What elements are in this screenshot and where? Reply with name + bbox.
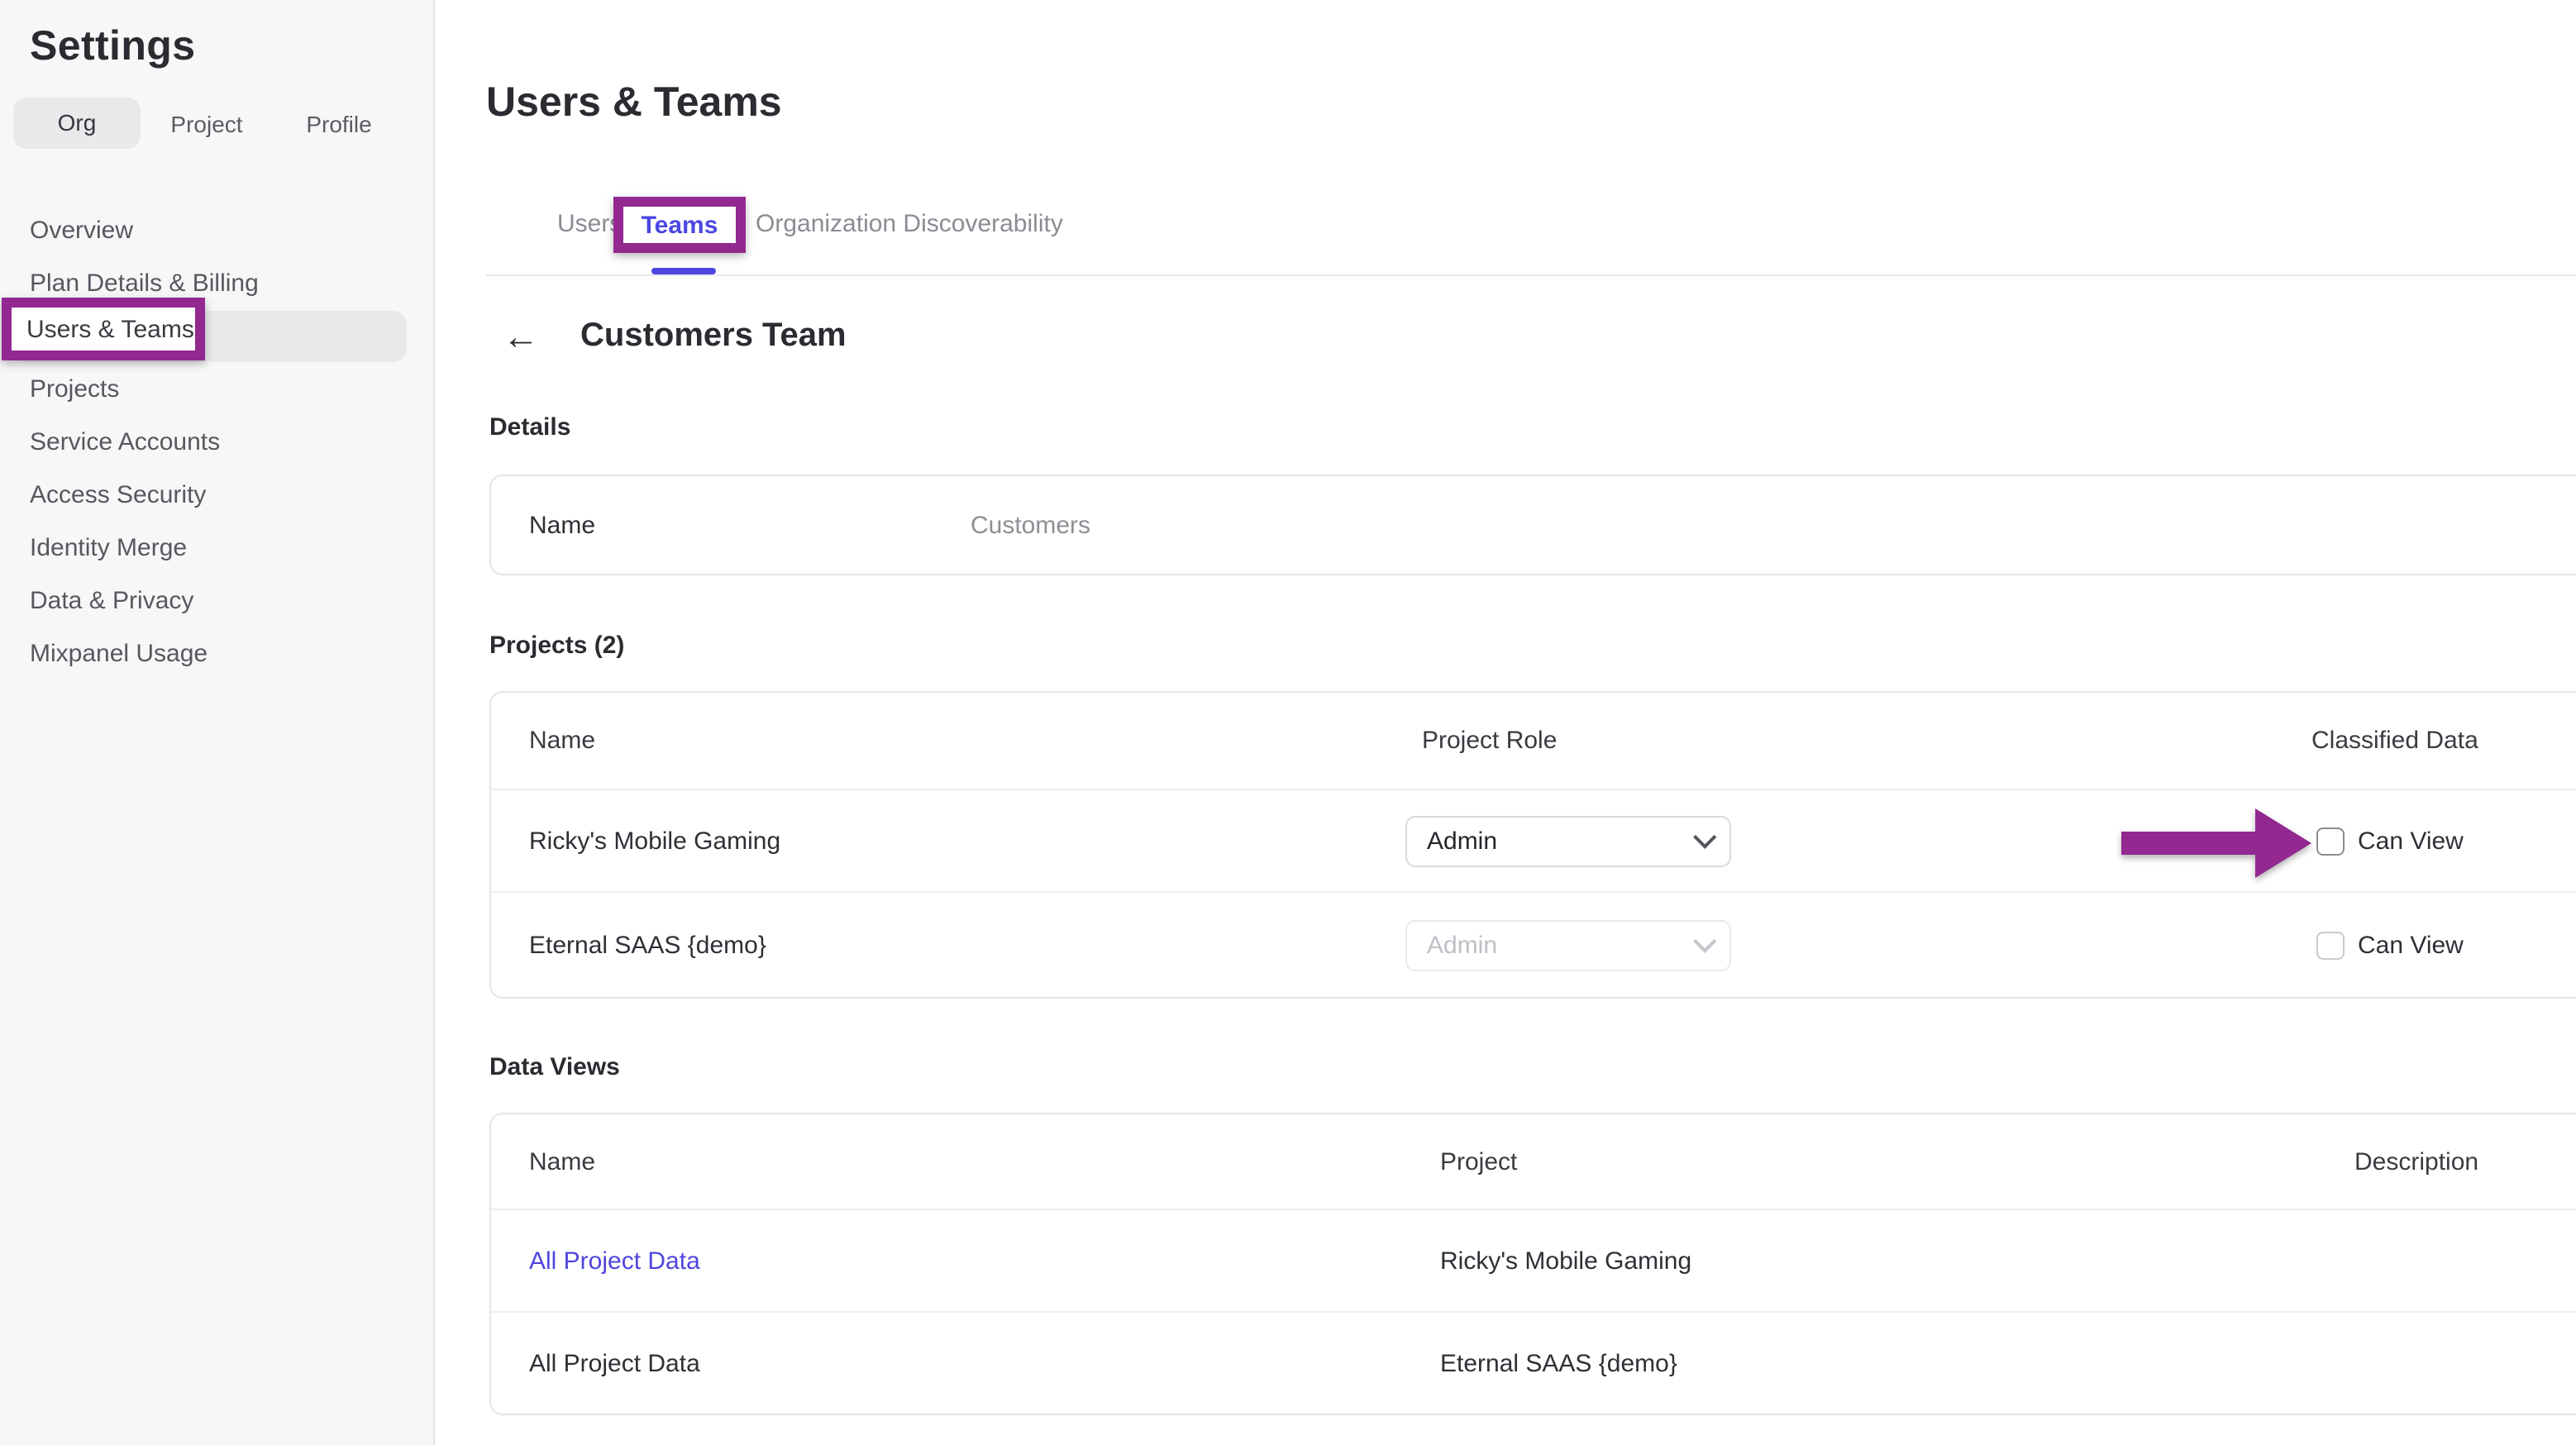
project-role-select[interactable]: Admin (1405, 815, 1731, 866)
sidebar-item-service-accounts[interactable]: Service Accounts (0, 415, 433, 468)
scope-tab-profile[interactable]: Profile (289, 110, 389, 136)
settings-scope-tabs: Org Project Profile (13, 98, 389, 149)
tab-organization-discoverability[interactable]: Organization Discoverability (756, 210, 1063, 238)
tabs-divider (486, 274, 2576, 276)
data-views-header-row: Name Project Description (491, 1114, 2576, 1209)
details-card: Name Customers (489, 475, 2576, 575)
project-name: Ricky's Mobile Gaming (529, 827, 780, 855)
details-name-value: Customers (971, 511, 1090, 539)
data-view-project: Ricky's Mobile Gaming (1440, 1247, 1691, 1275)
team-name-title: Customers Team (580, 317, 847, 355)
page-title: Users & Teams (486, 79, 782, 127)
details-heading: Details (489, 413, 570, 441)
data-view-row: All Project Data Ricky's Mobile Gaming (491, 1209, 2576, 1311)
project-row-eternal-saas: Eternal SAAS {demo} Admin Can View (491, 891, 2576, 997)
projects-header-row: Name Project Role Classified Data (491, 693, 2576, 789)
annotation-box-teams-tab[interactable]: Teams (613, 197, 746, 253)
data-view-name-link[interactable]: All Project Data (529, 1247, 700, 1275)
projects-col-role: Project Role (1422, 727, 1557, 755)
sidebar-item-data-privacy[interactable]: Data & Privacy (0, 574, 433, 627)
settings-page: Settings Org Project Profile Overview Pl… (0, 0, 2576, 1445)
project-role-value: Admin (1427, 931, 1497, 959)
sidebar-item-projects[interactable]: Projects (0, 362, 433, 415)
scope-tab-org[interactable]: Org (13, 98, 141, 149)
data-view-row: All Project Data Eternal SAAS {demo} (491, 1311, 2576, 1414)
data-views-table: Name Project Description All Project Dat… (489, 1113, 2576, 1415)
classified-can-view-checkbox[interactable] (2316, 827, 2345, 855)
settings-title: Settings (30, 23, 195, 71)
data-views-col-name: Name (529, 1147, 595, 1176)
details-name-label: Name (529, 511, 595, 539)
tab-users[interactable]: Users (557, 210, 622, 238)
can-view-label: Can View (2358, 931, 2464, 959)
active-tab-underline (651, 268, 716, 274)
projects-col-name: Name (529, 727, 595, 755)
data-view-name: All Project Data (529, 1349, 700, 1377)
data-view-project: Eternal SAAS {demo} (1440, 1349, 1677, 1377)
details-row: Name Customers (491, 476, 2576, 574)
projects-col-classified: Classified Data (2311, 727, 2478, 755)
back-arrow-icon[interactable]: ← (503, 319, 539, 355)
classified-can-view-checkbox[interactable] (2316, 931, 2345, 959)
sidebar-item-overview[interactable]: Overview (0, 203, 433, 256)
chevron-down-icon (1693, 930, 1716, 953)
project-role-value: Admin (1427, 827, 1497, 855)
project-role-select-disabled: Admin (1405, 919, 1731, 970)
scope-tab-project[interactable]: Project (157, 110, 256, 136)
settings-sidebar: Settings Org Project Profile Overview Pl… (0, 0, 435, 1445)
annotation-arrow-right-icon (2121, 808, 2311, 878)
projects-heading: Projects (2) (489, 632, 624, 660)
annotation-box-users-teams: Users & Teams (2, 298, 205, 360)
data-views-heading: Data Views (489, 1053, 620, 1081)
sidebar-item-access-security[interactable]: Access Security (0, 468, 433, 521)
sidebar-nav: Overview Plan Details & Billing Users & … (0, 203, 433, 680)
chevron-down-icon (1693, 826, 1716, 849)
tab-teams[interactable]: Teams (642, 211, 718, 239)
sidebar-item-mixpanel-usage[interactable]: Mixpanel Usage (0, 627, 433, 680)
data-views-col-description: Description (2354, 1147, 2478, 1176)
project-name: Eternal SAAS {demo} (529, 931, 766, 959)
can-view-label: Can View (2358, 827, 2464, 855)
sidebar-item-identity-merge[interactable]: Identity Merge (0, 521, 433, 574)
data-views-col-project: Project (1440, 1147, 1517, 1176)
